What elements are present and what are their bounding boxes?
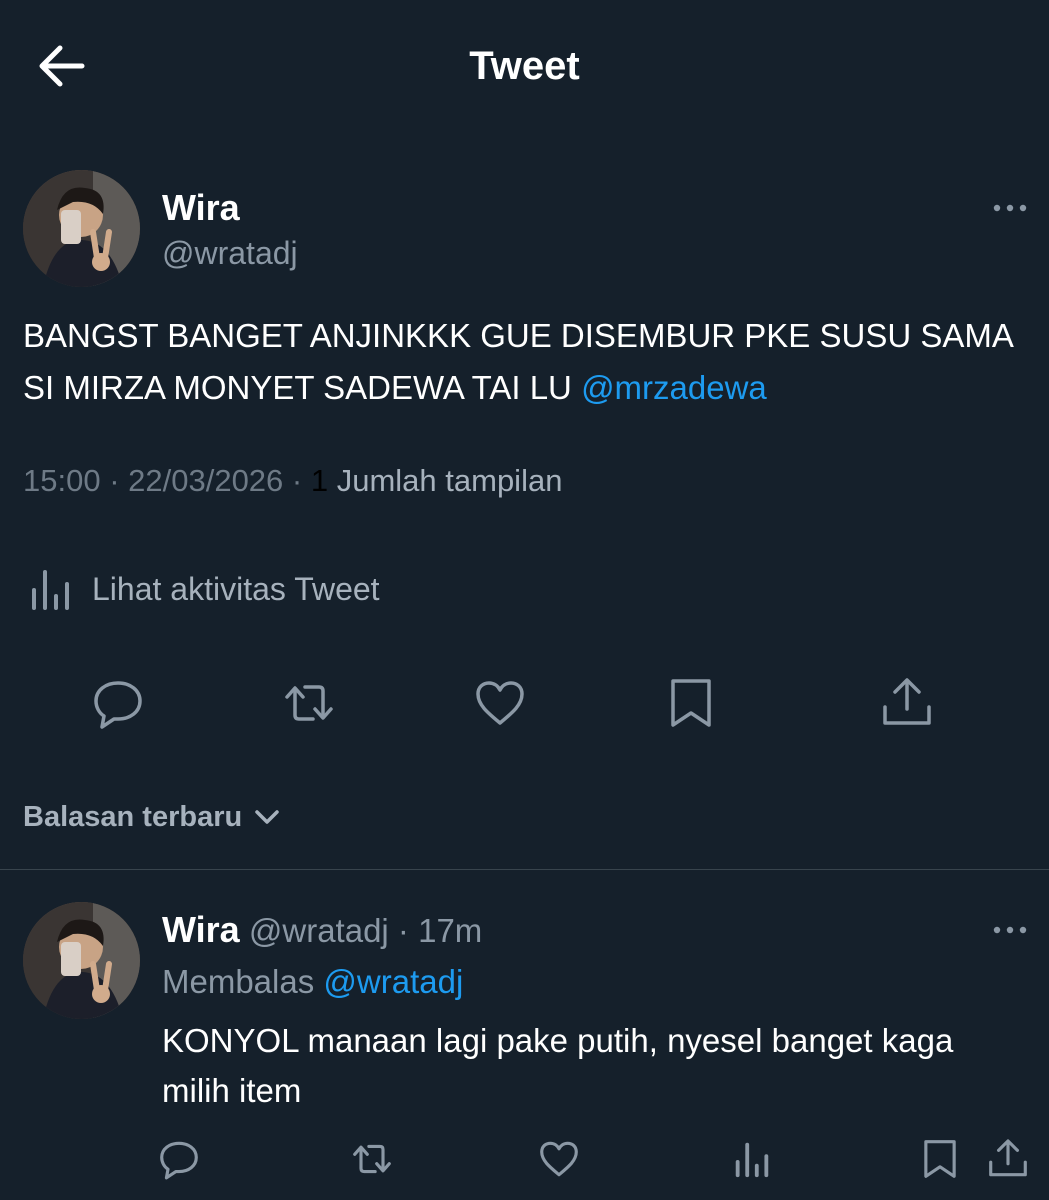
reply-header: Wira @wratadj · 17m [162, 908, 482, 953]
share-icon [879, 675, 935, 731]
mention-link[interactable]: @mrzadewa [581, 369, 767, 406]
retweet-icon [350, 1137, 394, 1181]
share-icon [986, 1137, 1030, 1181]
replying-to-label: Membalas [162, 963, 324, 1000]
retweet-icon [281, 675, 337, 731]
bookmark-button[interactable] [663, 675, 719, 731]
tweet-date[interactable]: 22/03/2026 [128, 463, 283, 498]
share-button[interactable] [879, 675, 935, 731]
activity-label: Lihat aktivitas Tweet [92, 570, 380, 607]
comment-icon [90, 675, 146, 731]
reply-reply-button[interactable] [157, 1137, 201, 1181]
reply-avatar[interactable] [23, 902, 140, 1019]
retweet-button[interactable] [281, 675, 337, 731]
reply-author-name[interactable]: Wira [162, 909, 240, 950]
reply-retweet-button[interactable] [350, 1137, 394, 1181]
reply-like-button[interactable] [537, 1137, 581, 1181]
tweet-time[interactable]: 15:00 [23, 463, 101, 498]
reply-button[interactable] [90, 675, 146, 731]
replying-to: Membalas @wratadj [162, 960, 463, 1004]
more-horizontal-icon [992, 196, 1028, 220]
chevron-down-icon [254, 808, 280, 826]
like-button[interactable] [472, 675, 528, 731]
author-handle[interactable]: @wratadj [162, 234, 298, 272]
tweet-activity-link[interactable]: Lihat aktivitas Tweet [28, 565, 380, 613]
tweet-body: BANGST BANGET ANJINKKK GUE DISEMBUR PKE … [23, 317, 1013, 406]
reply-share-button[interactable] [986, 1137, 1030, 1181]
divider [0, 869, 1049, 870]
reply-author-handle[interactable]: @wratadj [249, 912, 389, 949]
reply-views-button[interactable] [730, 1137, 774, 1181]
views-icon [730, 1137, 774, 1181]
meta-separator: · [100, 463, 129, 498]
page-title: Tweet [469, 44, 580, 88]
reply-time[interactable]: 17m [418, 912, 482, 949]
bar-chart-icon [28, 566, 74, 612]
avatar[interactable] [23, 170, 140, 287]
more-horizontal-icon [992, 918, 1028, 942]
tweet-meta: 15:00 · 22/03/2026 · 1 Jumlah tampilan [23, 460, 562, 502]
author-name[interactable]: Wira [162, 188, 240, 228]
replying-to-handle[interactable]: @wratadj [323, 963, 463, 1000]
comment-icon [157, 1137, 201, 1181]
replies-sort-label: Balasan terbaru [23, 800, 243, 833]
heart-icon [537, 1137, 581, 1181]
tweet-text: BANGST BANGET ANJINKKK GUE DISEMBUR PKE … [23, 310, 1013, 414]
reply-more-options-button[interactable] [992, 918, 1028, 942]
more-options-button[interactable] [992, 196, 1028, 220]
bookmark-icon [663, 675, 719, 731]
meta-separator: · [283, 463, 311, 498]
reply-bookmark-button[interactable] [918, 1137, 962, 1181]
reply-text: KONYOL manaan lagi pake putih, nyesel ba… [162, 1022, 954, 1109]
replies-sort-toggle[interactable]: Balasan terbaru [23, 797, 280, 837]
bookmark-icon [918, 1137, 962, 1181]
heart-icon [472, 675, 528, 731]
views-label: Jumlah tampilan [328, 463, 563, 498]
reply-separator: · [388, 912, 419, 949]
views-count: 1 [310, 463, 329, 498]
